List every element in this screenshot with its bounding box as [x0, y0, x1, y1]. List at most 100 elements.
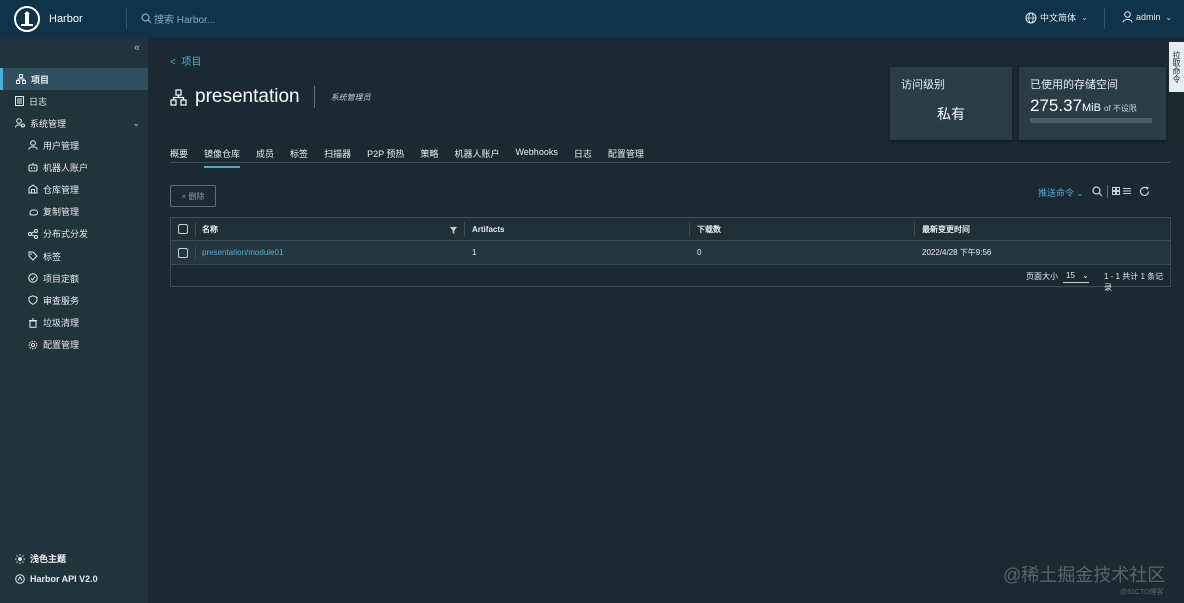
sidebar-item-label: 配置管理 — [43, 340, 80, 351]
page-size-label: 页面大小 — [1026, 272, 1058, 281]
shield-icon — [28, 295, 38, 306]
tab-1[interactable]: 镜像仓库 — [204, 147, 241, 168]
api-icon — [15, 574, 25, 584]
page-size-value: 15 — [1066, 271, 1075, 280]
card-view-icon[interactable] — [1112, 186, 1132, 197]
column-header-artifacts[interactable]: Artifacts — [472, 218, 504, 240]
gear-icon — [28, 340, 38, 350]
api-link[interactable]: Harbor API V2.0 — [15, 574, 98, 584]
row-checkbox[interactable] — [178, 241, 188, 264]
sidebar-item-label: 仓库管理 — [43, 184, 80, 195]
username: admin — [1136, 12, 1161, 22]
sun-icon — [15, 553, 25, 564]
sidebar-item-label: 垃圾清理 — [43, 318, 80, 329]
sidebar-item-registry[interactable]: 仓库管理 — [0, 178, 148, 200]
tab-0[interactable]: 概要 — [170, 147, 188, 168]
log-icon — [15, 96, 24, 106]
user-menu[interactable]: admin ⌄ — [1122, 11, 1172, 23]
delete-button[interactable]: × 删除 — [170, 185, 216, 207]
card-label: 已使用的存储空间 — [1030, 79, 1118, 91]
breadcrumb-projects[interactable]: 项目 — [181, 57, 201, 68]
tab-3[interactable]: 标签 — [290, 147, 308, 168]
search-icon[interactable] — [1092, 186, 1103, 197]
repository-name-link[interactable]: presentation/module01 — [202, 241, 283, 264]
column-header-updated[interactable]: 最新变更时间 — [922, 218, 970, 240]
tab-9[interactable]: 日志 — [574, 147, 592, 168]
tag-icon — [28, 251, 38, 261]
access-level-value: 私有 — [937, 106, 965, 122]
language-label: 中文简体 — [1040, 13, 1077, 23]
collapse-sidebar-icon[interactable]: « — [134, 42, 140, 54]
search-icon — [141, 13, 152, 24]
pull-command-label: 拉取命令 — [1172, 51, 1181, 83]
chevron-down-icon: ⌄ — [1165, 12, 1173, 22]
sidebar-item-gear[interactable]: 配置管理 — [0, 334, 148, 356]
global-search[interactable]: 搜索 Harbor... — [141, 11, 215, 26]
filter-icon[interactable] — [450, 227, 457, 234]
sidebar: « 项目 日志 系统管理 ⌄ 用户管理机器人账户仓库管理复制管理分布式分发 标签项… — [0, 37, 148, 603]
tab-2[interactable]: 成员 — [256, 147, 274, 168]
distribution-icon — [28, 228, 38, 239]
sidebar-item-label: 日志 — [29, 96, 48, 107]
sidebar-item-administration[interactable]: 系统管理 ⌄ — [0, 112, 148, 134]
tab-10[interactable]: 配置管理 — [608, 147, 644, 168]
registry-icon — [28, 184, 38, 194]
sidebar-item-label: 机器人账户 — [43, 162, 89, 173]
select-all-checkbox[interactable] — [178, 218, 188, 240]
column-header-pulls[interactable]: 下载数 — [697, 218, 721, 240]
delete-label: 删除 — [188, 191, 205, 201]
project-icon — [170, 88, 187, 106]
project-icon — [16, 74, 26, 84]
theme-label: 浅色主题 — [30, 554, 67, 564]
globe-icon — [1025, 12, 1037, 23]
sidebar-item-distribution[interactable]: 分布式分发 — [0, 223, 148, 245]
sidebar-item-projects[interactable]: 项目 — [0, 68, 148, 90]
storage-limit: of 不设限 — [1103, 104, 1137, 113]
chevron-down-icon: ⌄ — [1076, 189, 1084, 198]
table-row[interactable]: presentation/module01 1 0 2022/4/28 下午9:… — [171, 241, 1170, 265]
sidebar-item-logs[interactable]: 日志 — [0, 90, 148, 112]
sidebar-item-replication[interactable]: 复制管理 — [0, 201, 148, 223]
page-size-select[interactable]: 15 ⌄ — [1063, 269, 1089, 283]
tab-4[interactable]: 扫描器 — [324, 147, 351, 168]
project-header: presentation 系统管理员 — [170, 86, 371, 108]
column-header-name[interactable]: 名称 — [202, 218, 218, 240]
refresh-icon[interactable] — [1139, 186, 1150, 197]
page-title: presentation — [195, 86, 300, 107]
sidebar-item-shield[interactable]: 审查服务 — [0, 289, 148, 311]
sidebar-item-trash[interactable]: 垃圾清理 — [0, 312, 148, 334]
trash-icon — [29, 318, 37, 328]
brand-name[interactable]: Harbor — [49, 13, 83, 25]
tab-6[interactable]: 策略 — [420, 147, 438, 168]
user-icon — [28, 140, 38, 150]
pull-command-tab[interactable]: 拉取命令 — [1169, 42, 1184, 92]
sidebar-item-tag[interactable]: 标签 — [0, 245, 148, 267]
sidebar-item-quota[interactable]: 项目定额 — [0, 267, 148, 289]
tabs-underline — [170, 162, 1170, 163]
table-header: 名称 Artifacts 下载数 最新变更时间 — [171, 218, 1170, 241]
storage-progress-bar — [1030, 118, 1152, 123]
sidebar-item-label: 审查服务 — [43, 295, 80, 306]
toolbar-divider — [1107, 185, 1108, 198]
chevron-left-icon: < — [170, 57, 176, 68]
robot-icon — [28, 163, 38, 172]
push-command-dropdown[interactable]: 推送命令 ⌄ — [1038, 186, 1083, 199]
pulls-count: 0 — [697, 248, 702, 257]
storage-number: 275.37 — [1030, 96, 1082, 115]
tab-5[interactable]: P2P 预热 — [367, 147, 404, 168]
chevron-down-icon: ⌄ — [132, 117, 140, 128]
sidebar-item-user[interactable]: 用户管理 — [0, 134, 148, 156]
chevron-down-icon: ⌄ — [1082, 271, 1089, 280]
tab-7[interactable]: 机器人账户 — [454, 147, 499, 168]
harbor-logo-icon[interactable] — [14, 5, 40, 32]
search-input[interactable]: 搜索 Harbor... — [154, 11, 215, 26]
push-command-label: 推送命令 — [1038, 188, 1075, 198]
tab-8[interactable]: Webhooks — [515, 147, 557, 168]
sidebar-item-label: 复制管理 — [43, 207, 80, 218]
theme-toggle[interactable]: 浅色主题 — [15, 552, 66, 565]
sidebar-item-robot[interactable]: 机器人账户 — [0, 156, 148, 178]
storage-card: 已使用的存储空间 275.37MiB of 不设限 — [1019, 67, 1166, 140]
storage-unit: MiB — [1082, 102, 1101, 114]
language-switcher[interactable]: 中文简体 ⌄ — [1025, 11, 1088, 24]
breadcrumb[interactable]: < 项目 — [170, 53, 201, 68]
